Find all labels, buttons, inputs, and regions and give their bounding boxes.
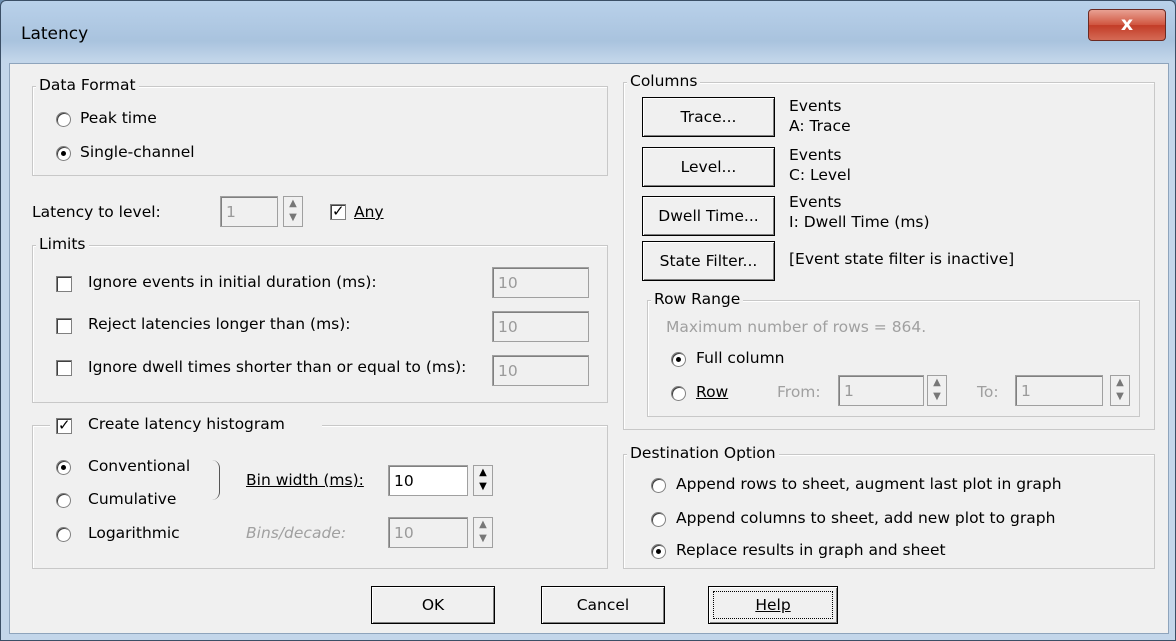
close-button[interactable]: x bbox=[1088, 9, 1166, 41]
spin-down-icon: ▼ bbox=[933, 391, 941, 402]
append-columns-label[interactable]: Append columns to sheet, add new plot to… bbox=[676, 509, 1055, 527]
ignore-initial-label[interactable]: Ignore events in initial duration (ms): bbox=[88, 273, 377, 291]
reject-longer-checkbox[interactable] bbox=[56, 318, 72, 334]
from-spinner[interactable]: ▲ ▼ bbox=[927, 375, 947, 406]
create-histogram-checkbox[interactable] bbox=[56, 416, 72, 434]
cumulative-label[interactable]: Cumulative bbox=[88, 490, 176, 508]
create-histogram-label[interactable]: Create latency histogram bbox=[88, 415, 285, 433]
help-button[interactable]: Help bbox=[708, 586, 838, 624]
ignore-initial-checkbox[interactable] bbox=[56, 276, 72, 292]
from-label: From: bbox=[777, 383, 821, 401]
level-info-line2: C: Level bbox=[789, 166, 851, 184]
spin-up-icon: ▲ bbox=[479, 467, 487, 478]
dwell-info-line2: I: Dwell Time (ms) bbox=[789, 213, 930, 231]
dwell-time-button[interactable]: Dwell Time... bbox=[642, 196, 775, 236]
ignore-dwell-checkbox[interactable] bbox=[56, 360, 72, 376]
peak-time-radio[interactable] bbox=[56, 112, 71, 127]
spin-down-icon: ▼ bbox=[479, 481, 487, 492]
reject-longer-field[interactable]: 10 bbox=[492, 311, 589, 342]
title-bar[interactable]: Latency x bbox=[1, 1, 1175, 63]
level-button[interactable]: Level... bbox=[642, 147, 775, 187]
replace-results-label[interactable]: Replace results in graph and sheet bbox=[676, 541, 946, 559]
dwell-info-line1: Events bbox=[789, 193, 842, 211]
conventional-radio[interactable] bbox=[56, 460, 71, 475]
append-columns-radio[interactable] bbox=[651, 512, 666, 527]
state-filter-info: [Event state filter is inactive] bbox=[789, 250, 1015, 268]
help-focus-ring bbox=[713, 591, 833, 619]
spin-down-icon: ▼ bbox=[1116, 391, 1124, 402]
max-rows-text: Maximum number of rows = 864. bbox=[666, 318, 927, 336]
peak-time-label[interactable]: Peak time bbox=[80, 109, 157, 127]
latency-level-field[interactable]: 1 bbox=[220, 196, 278, 227]
from-field[interactable]: 1 bbox=[838, 375, 924, 406]
ignore-dwell-field[interactable]: 10 bbox=[492, 355, 589, 386]
spin-up-icon: ▲ bbox=[479, 519, 487, 530]
to-label: To: bbox=[977, 383, 999, 401]
bin-width-spinner[interactable]: ▲ ▼ bbox=[473, 465, 493, 496]
latency-level-spinner[interactable]: ▲ ▼ bbox=[283, 196, 303, 227]
trace-info-line1: Events bbox=[789, 97, 842, 115]
bins-decade-label: Bins/decade: bbox=[246, 524, 347, 542]
ok-button[interactable]: OK bbox=[371, 586, 495, 624]
logarithmic-radio[interactable] bbox=[56, 527, 71, 542]
close-icon: x bbox=[1120, 13, 1134, 35]
cancel-button[interactable]: Cancel bbox=[541, 586, 665, 624]
ignore-initial-field[interactable]: 10 bbox=[492, 267, 589, 298]
any-checkbox[interactable] bbox=[330, 202, 346, 220]
single-channel-radio[interactable] bbox=[56, 146, 71, 161]
to-spinner[interactable]: ▲ ▼ bbox=[1110, 375, 1130, 406]
state-filter-button[interactable]: State Filter... bbox=[642, 241, 775, 281]
trace-info-line2: A: Trace bbox=[789, 117, 851, 135]
row-radio[interactable] bbox=[671, 386, 686, 401]
spin-down-icon: ▼ bbox=[479, 533, 487, 544]
reject-longer-label[interactable]: Reject latencies longer than (ms): bbox=[88, 315, 351, 333]
data-format-label: Data Format bbox=[36, 76, 139, 94]
replace-results-radio[interactable] bbox=[651, 544, 666, 559]
conventional-label[interactable]: Conventional bbox=[88, 457, 190, 475]
logarithmic-label[interactable]: Logarithmic bbox=[88, 524, 180, 542]
latency-dialog-window: Latency x Data Format Peak time Single-c… bbox=[0, 0, 1176, 641]
data-format-group bbox=[32, 86, 608, 176]
bins-decade-spinner[interactable]: ▲ ▼ bbox=[473, 517, 493, 548]
any-label[interactable]: Any bbox=[354, 203, 384, 221]
bin-width-field[interactable]: 10 bbox=[388, 465, 468, 496]
append-rows-radio[interactable] bbox=[651, 478, 666, 493]
full-column-label[interactable]: Full column bbox=[696, 349, 785, 367]
row-label[interactable]: Row bbox=[696, 383, 728, 401]
cumulative-radio[interactable] bbox=[56, 493, 71, 508]
spin-up-icon: ▲ bbox=[933, 377, 941, 388]
columns-label: Columns bbox=[627, 72, 701, 90]
window-title: Latency bbox=[21, 24, 89, 44]
spin-up-icon: ▲ bbox=[289, 198, 297, 209]
spin-down-icon: ▼ bbox=[289, 212, 297, 223]
bin-width-label: Bin width (ms): bbox=[246, 471, 364, 489]
single-channel-label[interactable]: Single-channel bbox=[80, 143, 195, 161]
destination-label: Destination Option bbox=[627, 444, 779, 462]
dialog-client-area: Data Format Peak time Single-channel Lat… bbox=[9, 63, 1169, 634]
radio-group-brace bbox=[211, 460, 220, 500]
limits-label: Limits bbox=[36, 235, 89, 253]
to-field[interactable]: 1 bbox=[1015, 375, 1103, 406]
bins-decade-field[interactable]: 10 bbox=[388, 517, 468, 548]
full-column-radio[interactable] bbox=[671, 352, 686, 367]
append-rows-label[interactable]: Append rows to sheet, augment last plot … bbox=[676, 475, 1062, 493]
spin-up-icon: ▲ bbox=[1116, 377, 1124, 388]
latency-to-level-label: Latency to level: bbox=[32, 203, 161, 221]
trace-button[interactable]: Trace... bbox=[642, 97, 775, 137]
level-info-line1: Events bbox=[789, 146, 842, 164]
row-range-label: Row Range bbox=[651, 290, 744, 308]
ignore-dwell-label[interactable]: Ignore dwell times shorter than or equal… bbox=[88, 358, 466, 376]
